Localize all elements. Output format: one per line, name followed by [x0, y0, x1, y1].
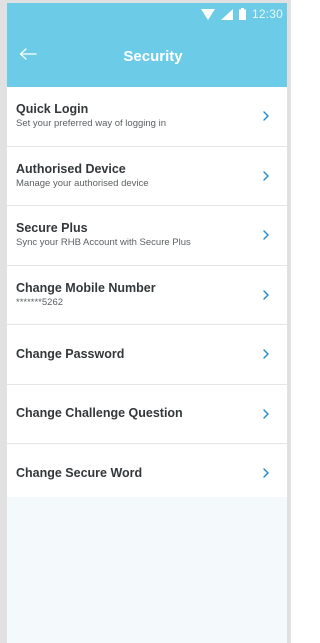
menu-item-change-mobile-number[interactable]: Change Mobile Number *******5262 [7, 266, 287, 325]
menu-item-title: Secure Plus [16, 221, 88, 236]
chevron-right-icon [261, 289, 271, 301]
chevron-right-icon [261, 170, 271, 182]
menu-item-change-secure-word[interactable]: Change Secure Word [7, 444, 287, 504]
menu-item-title: Change Mobile Number [16, 280, 156, 295]
menu-item-title: Authorised Device [16, 161, 126, 176]
menu-item-quick-login[interactable]: Quick Login Set your preferred way of lo… [7, 87, 287, 147]
chevron-right-icon [261, 467, 271, 479]
app-header: 12:30 Security [7, 3, 287, 87]
chevron-right-icon [261, 110, 271, 122]
menu-item-title: Change Secure Word [16, 465, 143, 480]
menu-item-subtitle: Sync your RHB Account with Secure Plus [16, 237, 191, 249]
wifi-icon [200, 8, 215, 20]
menu-item-title: Change Challenge Question [16, 406, 183, 421]
empty-area [7, 497, 287, 643]
chevron-right-icon [261, 408, 271, 420]
menu-item-subtitle: Manage your authorised device [16, 177, 149, 189]
menu-item-secure-plus[interactable]: Secure Plus Sync your RHB Account with S… [7, 206, 287, 266]
menu-item-authorised-device[interactable]: Authorised Device Manage your authorised… [7, 147, 287, 206]
signal-icon [220, 8, 233, 20]
screen: 12:30 Security Quick Login Set your pref… [0, 0, 291, 643]
status-time: 12:30 [251, 7, 283, 21]
menu-item-subtitle: Set your preferred way of logging in [16, 118, 166, 130]
battery-icon [238, 8, 246, 20]
chevron-right-icon [261, 229, 271, 241]
menu-item-change-challenge-question[interactable]: Change Challenge Question [7, 385, 287, 444]
menu-item-title: Change Password [16, 346, 125, 361]
status-bar: 12:30 [127, 3, 287, 25]
menu-item-change-password[interactable]: Change Password [7, 325, 287, 385]
chevron-right-icon [261, 348, 271, 360]
menu-item-subtitle: *******5262 [16, 296, 64, 308]
page-title: Security [123, 48, 183, 65]
menu-item-title: Quick Login [16, 102, 89, 117]
security-options-list: Quick Login Set your preferred way of lo… [7, 87, 287, 504]
